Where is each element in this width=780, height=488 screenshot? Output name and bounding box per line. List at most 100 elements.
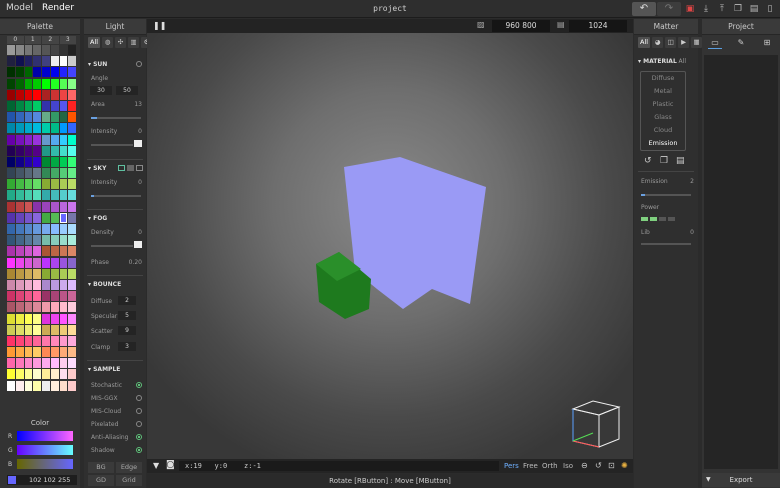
orientation-gizmo[interactable] [571, 400, 621, 448]
color-swatch[interactable] [33, 212, 41, 223]
color-swatch[interactable] [15, 279, 24, 290]
color-swatch[interactable] [68, 224, 76, 234]
color-swatch[interactable] [33, 324, 41, 335]
color-swatch[interactable] [50, 156, 59, 167]
document-icon[interactable]: ▯ [764, 3, 776, 15]
color-swatch[interactable] [50, 45, 59, 55]
color-swatch[interactable] [59, 380, 68, 391]
color-swatch[interactable] [7, 212, 15, 223]
color-swatch[interactable] [24, 100, 33, 111]
color-swatch[interactable] [15, 358, 24, 369]
color-swatch[interactable] [24, 268, 33, 279]
color-swatch[interactable] [7, 380, 15, 391]
color-swatch-selected[interactable] [59, 212, 68, 223]
color-swatch[interactable] [15, 89, 24, 100]
color-swatch[interactable] [50, 67, 59, 78]
color-swatch[interactable] [68, 235, 76, 246]
color-swatch[interactable] [42, 45, 50, 55]
color-swatch[interactable] [7, 190, 15, 201]
color-swatch[interactable] [33, 291, 41, 302]
color-swatch[interactable] [59, 369, 68, 380]
sphere-icon[interactable]: ◕ [652, 37, 664, 48]
color-swatch[interactable] [42, 291, 50, 302]
color-swatch[interactable] [15, 302, 24, 313]
fog-section-title[interactable]: ▾ FOG [88, 215, 107, 222]
color-swatch[interactable] [7, 335, 15, 346]
export-button[interactable]: ▼ Export [702, 473, 780, 487]
blue-channel-slider[interactable] [17, 459, 73, 469]
save-icon[interactable]: ▣ [684, 3, 696, 15]
color-swatch[interactable] [42, 168, 50, 179]
color-swatch[interactable] [50, 324, 59, 335]
reset-icon[interactable]: ↺ [644, 156, 652, 166]
reset-view-icon[interactable]: ↺ [595, 461, 602, 470]
camera-icon[interactable]: ▶ [678, 37, 690, 48]
view-free[interactable]: Free [523, 462, 538, 470]
sun-icon[interactable]: ✺ [621, 461, 628, 470]
color-swatch[interactable] [50, 246, 59, 257]
color-swatch[interactable] [7, 201, 15, 212]
color-swatch[interactable] [24, 179, 33, 190]
view-pers[interactable]: Pers [504, 462, 519, 470]
color-swatch[interactable] [33, 156, 41, 167]
color-swatch[interactable] [15, 190, 24, 201]
copy-icon[interactable]: ❐ [660, 156, 668, 166]
color-swatch[interactable] [33, 56, 41, 67]
color-swatch[interactable] [24, 145, 33, 156]
color-swatch[interactable] [42, 67, 50, 78]
color-swatch[interactable] [33, 78, 41, 89]
color-swatch[interactable] [24, 89, 33, 100]
sun-color-chip[interactable] [134, 140, 142, 147]
color-swatch[interactable] [50, 201, 59, 212]
color-swatch[interactable] [50, 313, 59, 324]
color-swatch[interactable] [68, 56, 76, 67]
color-swatch[interactable] [59, 123, 68, 134]
globe-icon[interactable]: ◍ [102, 37, 114, 48]
color-swatch[interactable] [7, 78, 15, 89]
lib-slider[interactable] [641, 243, 691, 245]
color-swatch[interactable] [24, 168, 33, 179]
color-swatch[interactable] [33, 168, 41, 179]
color-swatch[interactable] [50, 257, 59, 268]
color-swatch[interactable] [68, 268, 76, 279]
palette-tab-2[interactable]: 2 [42, 36, 59, 44]
color-swatch[interactable] [7, 246, 15, 257]
sample-shadow-radio[interactable] [136, 447, 142, 453]
sun-section-title[interactable]: ▾ SUN [88, 61, 107, 68]
red-channel-slider[interactable] [17, 431, 73, 441]
color-swatch[interactable] [7, 156, 15, 167]
color-swatch[interactable] [68, 212, 76, 223]
sky-mode-icon-1[interactable] [118, 165, 125, 171]
color-swatch[interactable] [68, 100, 76, 111]
color-swatch[interactable] [15, 156, 24, 167]
color-swatch[interactable] [50, 235, 59, 246]
color-swatch[interactable] [68, 123, 76, 134]
sun-intensity-slider[interactable] [91, 144, 133, 146]
color-swatch[interactable] [42, 347, 50, 358]
color-swatch[interactable] [50, 145, 59, 156]
color-swatch[interactable] [42, 100, 50, 111]
color-swatch[interactable] [50, 279, 59, 290]
bounce-diffuse-input[interactable]: 2 [118, 296, 136, 305]
color-swatch[interactable] [42, 246, 50, 257]
color-swatch[interactable] [68, 89, 76, 100]
color-swatch[interactable] [7, 123, 15, 134]
grid-button[interactable]: Grid [116, 475, 142, 486]
color-swatch[interactable] [33, 268, 41, 279]
color-swatch[interactable] [42, 358, 50, 369]
color-swatch[interactable] [68, 313, 76, 324]
color-swatch[interactable] [33, 190, 41, 201]
sparkle-icon[interactable]: ✣ [115, 37, 127, 48]
color-swatch[interactable] [59, 156, 68, 167]
color-swatch[interactable] [33, 123, 41, 134]
sample-pixelated-radio[interactable] [136, 421, 142, 427]
color-swatch[interactable] [59, 246, 68, 257]
color-swatch[interactable] [68, 67, 76, 78]
color-swatch[interactable] [24, 313, 33, 324]
color-swatch[interactable] [68, 168, 76, 179]
edge-button[interactable]: Edge [116, 462, 142, 473]
color-swatch[interactable] [24, 302, 33, 313]
color-swatch[interactable] [50, 347, 59, 358]
color-swatch[interactable] [24, 78, 33, 89]
paste-icon[interactable]: ▤ [676, 156, 685, 166]
